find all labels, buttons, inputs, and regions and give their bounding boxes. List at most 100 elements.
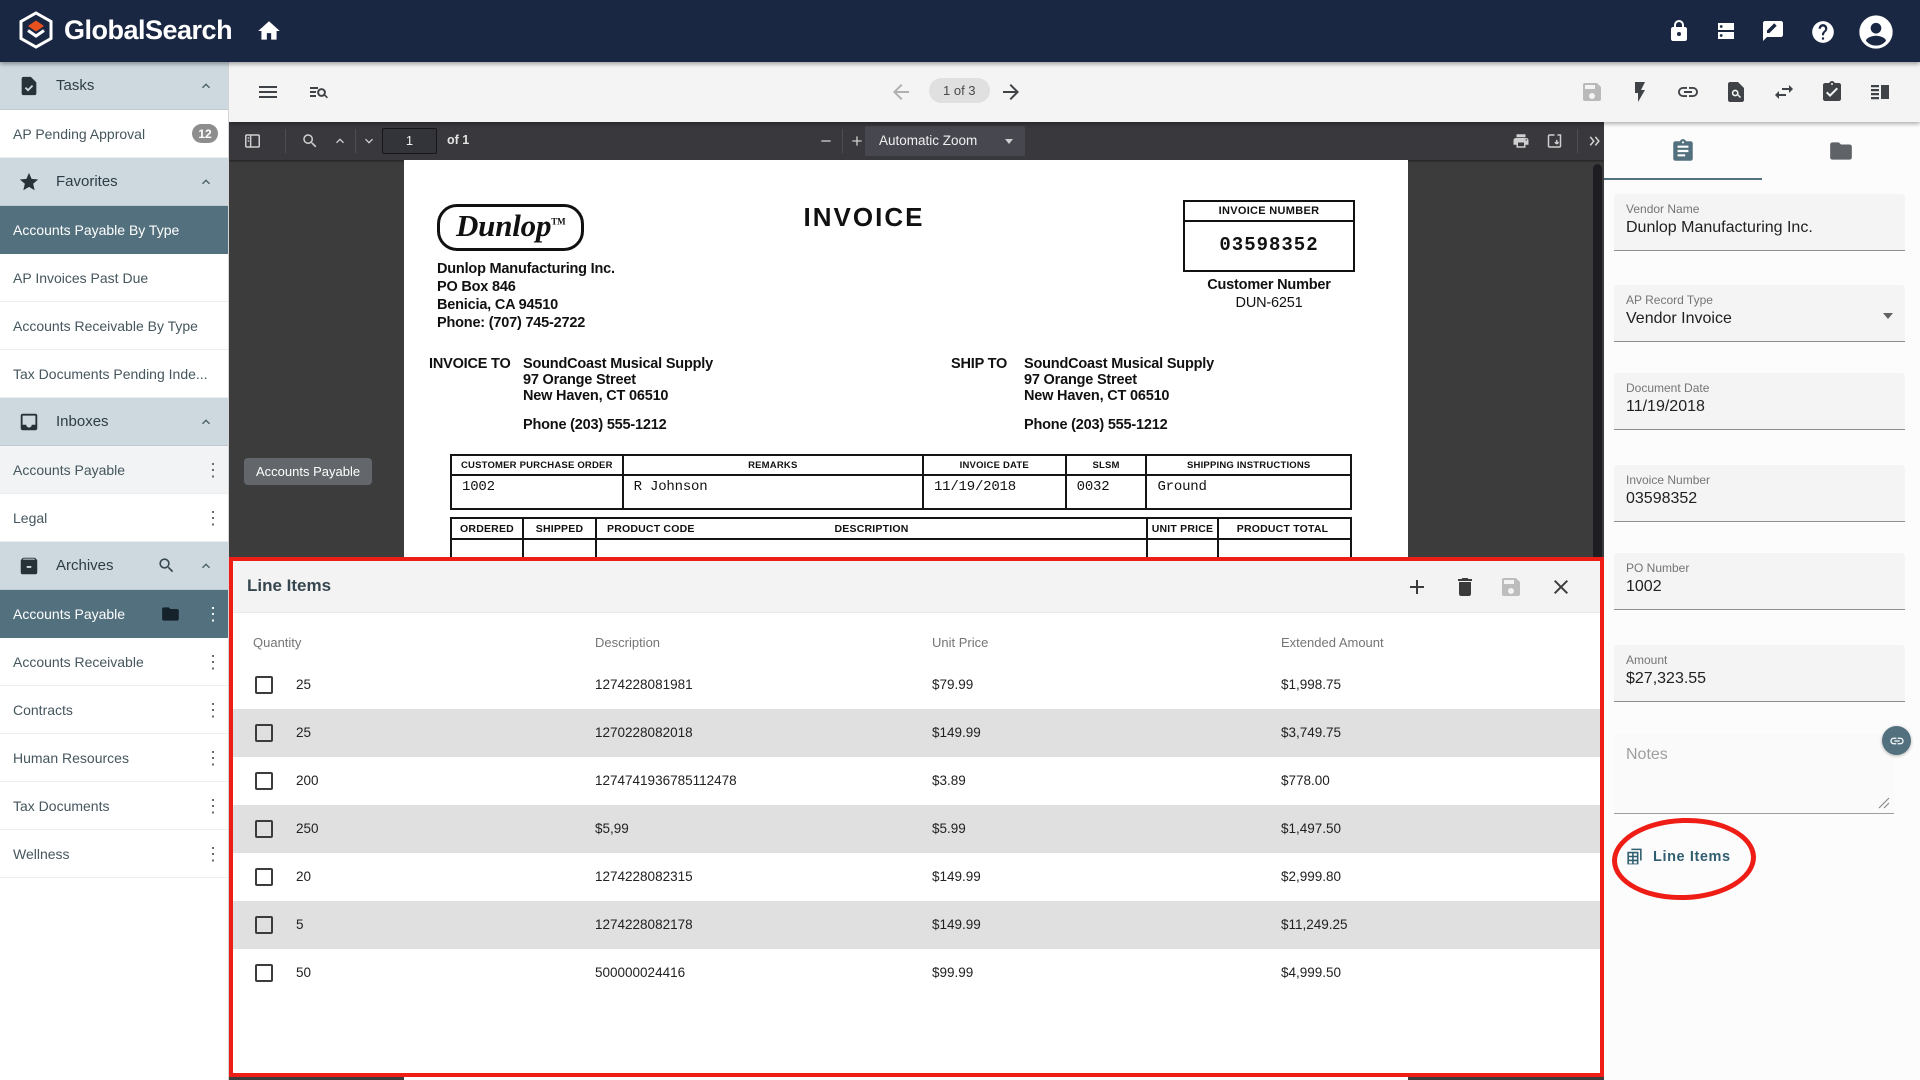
field-label: Document Date [1626,381,1893,395]
zoom-in-icon[interactable] [849,132,865,150]
row-checkbox[interactable] [255,916,273,934]
line-item-row-2[interactable]: 25 1270228082018 $149.99 $3,749.75 [233,709,1600,757]
dropdown-caret-icon[interactable] [1883,313,1893,319]
sidebar-toggle-icon[interactable] [243,132,262,150]
search-icon[interactable] [157,556,176,575]
find-previous-icon[interactable] [332,132,348,150]
sidebar-item-archive-human-resources[interactable]: Human Resources ⋮ [0,734,228,782]
resize-handle-icon[interactable] [1878,797,1890,809]
column-header-unit-price: Unit Price [932,635,988,650]
kebab-menu-icon[interactable]: ⋮ [204,461,218,479]
row-checkbox[interactable] [255,820,273,838]
archive-tooltip-chip: Accounts Payable [244,458,372,485]
save-button[interactable] [1580,80,1604,104]
field-ap-record-type[interactable]: AP Record Type Vendor Invoice [1614,285,1905,342]
item-label: Legal [13,510,204,526]
notes-field[interactable]: Notes [1614,734,1894,814]
line-item-row-4[interactable]: 250 $5,99 $5.99 $1,497.50 [233,805,1600,853]
panel-layout-button[interactable] [1868,80,1892,104]
sidebar-item-archive-contracts[interactable]: Contracts ⋮ [0,686,228,734]
chevron-up-icon[interactable] [198,78,214,94]
sidebar-item-archive-tax-documents[interactable]: Tax Documents ⋮ [0,782,228,830]
line-item-row-3[interactable]: 200 1274741936785112478 $3.89 $778.00 [233,757,1600,805]
row-checkbox[interactable] [255,676,273,694]
chevron-up-icon[interactable] [198,174,214,190]
field-amount[interactable]: Amount $27,323.55 [1614,645,1905,702]
field-document-date[interactable]: Document Date 11/19/2018 [1614,373,1905,430]
dns-servers-icon[interactable] [1714,19,1738,43]
line-item-row-7[interactable]: 50 500000024416 $99.99 $4,999.50 [233,949,1600,997]
document-toolbar: 1 of 3 [229,62,1920,122]
sidebar-section-tasks[interactable]: Tasks [0,62,228,110]
print-icon[interactable] [1512,132,1530,150]
search-results-icon[interactable] [306,80,330,104]
line-item-row-5[interactable]: 20 1274228082315 $149.99 $2,999.80 [233,853,1600,901]
help-icon[interactable] [1810,19,1836,45]
previous-document-arrow[interactable] [889,80,913,104]
field-vendor-name[interactable]: Vendor Name Dunlop Manufacturing Inc. [1614,194,1905,251]
tab-index-data[interactable] [1604,122,1762,180]
document-preview-button[interactable] [1724,80,1748,104]
row-checkbox[interactable] [255,964,273,982]
link-button[interactable] [1676,80,1700,104]
cell-quantity: 25 [296,725,311,740]
row-checkbox[interactable] [255,868,273,886]
kebab-menu-icon[interactable]: ⋮ [204,605,218,623]
sidebar-item-inbox-legal[interactable]: Legal ⋮ [0,494,228,542]
sidebar-item-archive-wellness[interactable]: Wellness ⋮ [0,830,228,878]
sidebar-section-inboxes[interactable]: Inboxes [0,398,228,446]
link-fab-button[interactable] [1882,726,1911,755]
workflow-actions-button[interactable] [1628,80,1652,104]
kebab-menu-icon[interactable]: ⋮ [204,653,218,671]
user-avatar[interactable] [1856,12,1896,52]
chevron-up-icon[interactable] [198,414,214,430]
toolbar-more-chevrons-icon[interactable] [1585,132,1603,150]
lock-icon[interactable] [1667,19,1691,43]
download-icon[interactable] [1545,132,1564,150]
cell-extended-amount: $2,999.80 [1281,869,1341,884]
pdf-search-icon[interactable] [301,132,319,150]
next-document-arrow[interactable] [999,80,1023,104]
close-panel-button[interactable] [1549,575,1573,599]
kebab-menu-icon[interactable]: ⋮ [204,797,218,815]
menu-icon[interactable] [256,80,280,104]
home-icon[interactable] [256,18,282,44]
viewer-scrollbar[interactable] [1593,164,1602,560]
section-title: Favorites [56,173,182,190]
transfer-document-button[interactable] [1772,80,1796,104]
line-items-button[interactable]: Line Items [1625,847,1731,866]
line-item-row-1[interactable]: 25 1274228081981 $79.99 $1,998.75 [233,661,1600,709]
row-checkbox[interactable] [255,724,273,742]
sidebar-item-accounts-payable-by-type[interactable]: Accounts Payable By Type [0,206,228,254]
ship-to-label: SHIP TO [951,356,1007,372]
pdf-page-input[interactable]: 1 [382,128,437,154]
row-checkbox[interactable] [255,772,273,790]
sidebar-item-ap-invoices-past-due[interactable]: AP Invoices Past Due [0,254,228,302]
sidebar-item-ap-pending-approval[interactable]: AP Pending Approval 12 [0,110,228,158]
sidebar-item-accounts-receivable-by-type[interactable]: Accounts Receivable By Type [0,302,228,350]
field-invoice-number[interactable]: Invoice Number 03598352 [1614,465,1905,522]
sidebar-item-tax-documents-pending[interactable]: Tax Documents Pending Inde... [0,350,228,398]
kebab-menu-icon[interactable]: ⋮ [204,509,218,527]
kebab-menu-icon[interactable]: ⋮ [204,701,218,719]
zoom-out-icon[interactable] [818,132,834,150]
tasks-checklist-button[interactable] [1820,80,1844,104]
app-logo[interactable]: GlobalSearch [16,10,232,50]
sidebar-item-inbox-accounts-payable[interactable]: Accounts Payable ⋮ [0,446,228,494]
kebab-menu-icon[interactable]: ⋮ [204,845,218,863]
feedback-chat-icon[interactable] [1761,19,1785,43]
zoom-level-select[interactable]: Automatic Zoom [865,126,1025,156]
find-next-icon[interactable] [361,132,377,150]
add-row-button[interactable] [1405,575,1429,599]
field-po-number[interactable]: PO Number 1002 [1614,553,1905,610]
line-item-row-6[interactable]: 5 1274228082178 $149.99 $11,249.25 [233,901,1600,949]
save-rows-button[interactable] [1499,575,1523,599]
sidebar-section-archives[interactable]: Archives [0,542,228,590]
chevron-up-icon[interactable] [198,558,214,574]
sidebar-item-archive-accounts-receivable[interactable]: Accounts Receivable ⋮ [0,638,228,686]
kebab-menu-icon[interactable]: ⋮ [204,749,218,767]
sidebar-item-archive-accounts-payable[interactable]: Accounts Payable ⋮ [0,590,228,638]
delete-row-button[interactable] [1453,575,1477,599]
tab-folders[interactable] [1762,122,1920,180]
sidebar-section-favorites[interactable]: Favorites [0,158,228,206]
